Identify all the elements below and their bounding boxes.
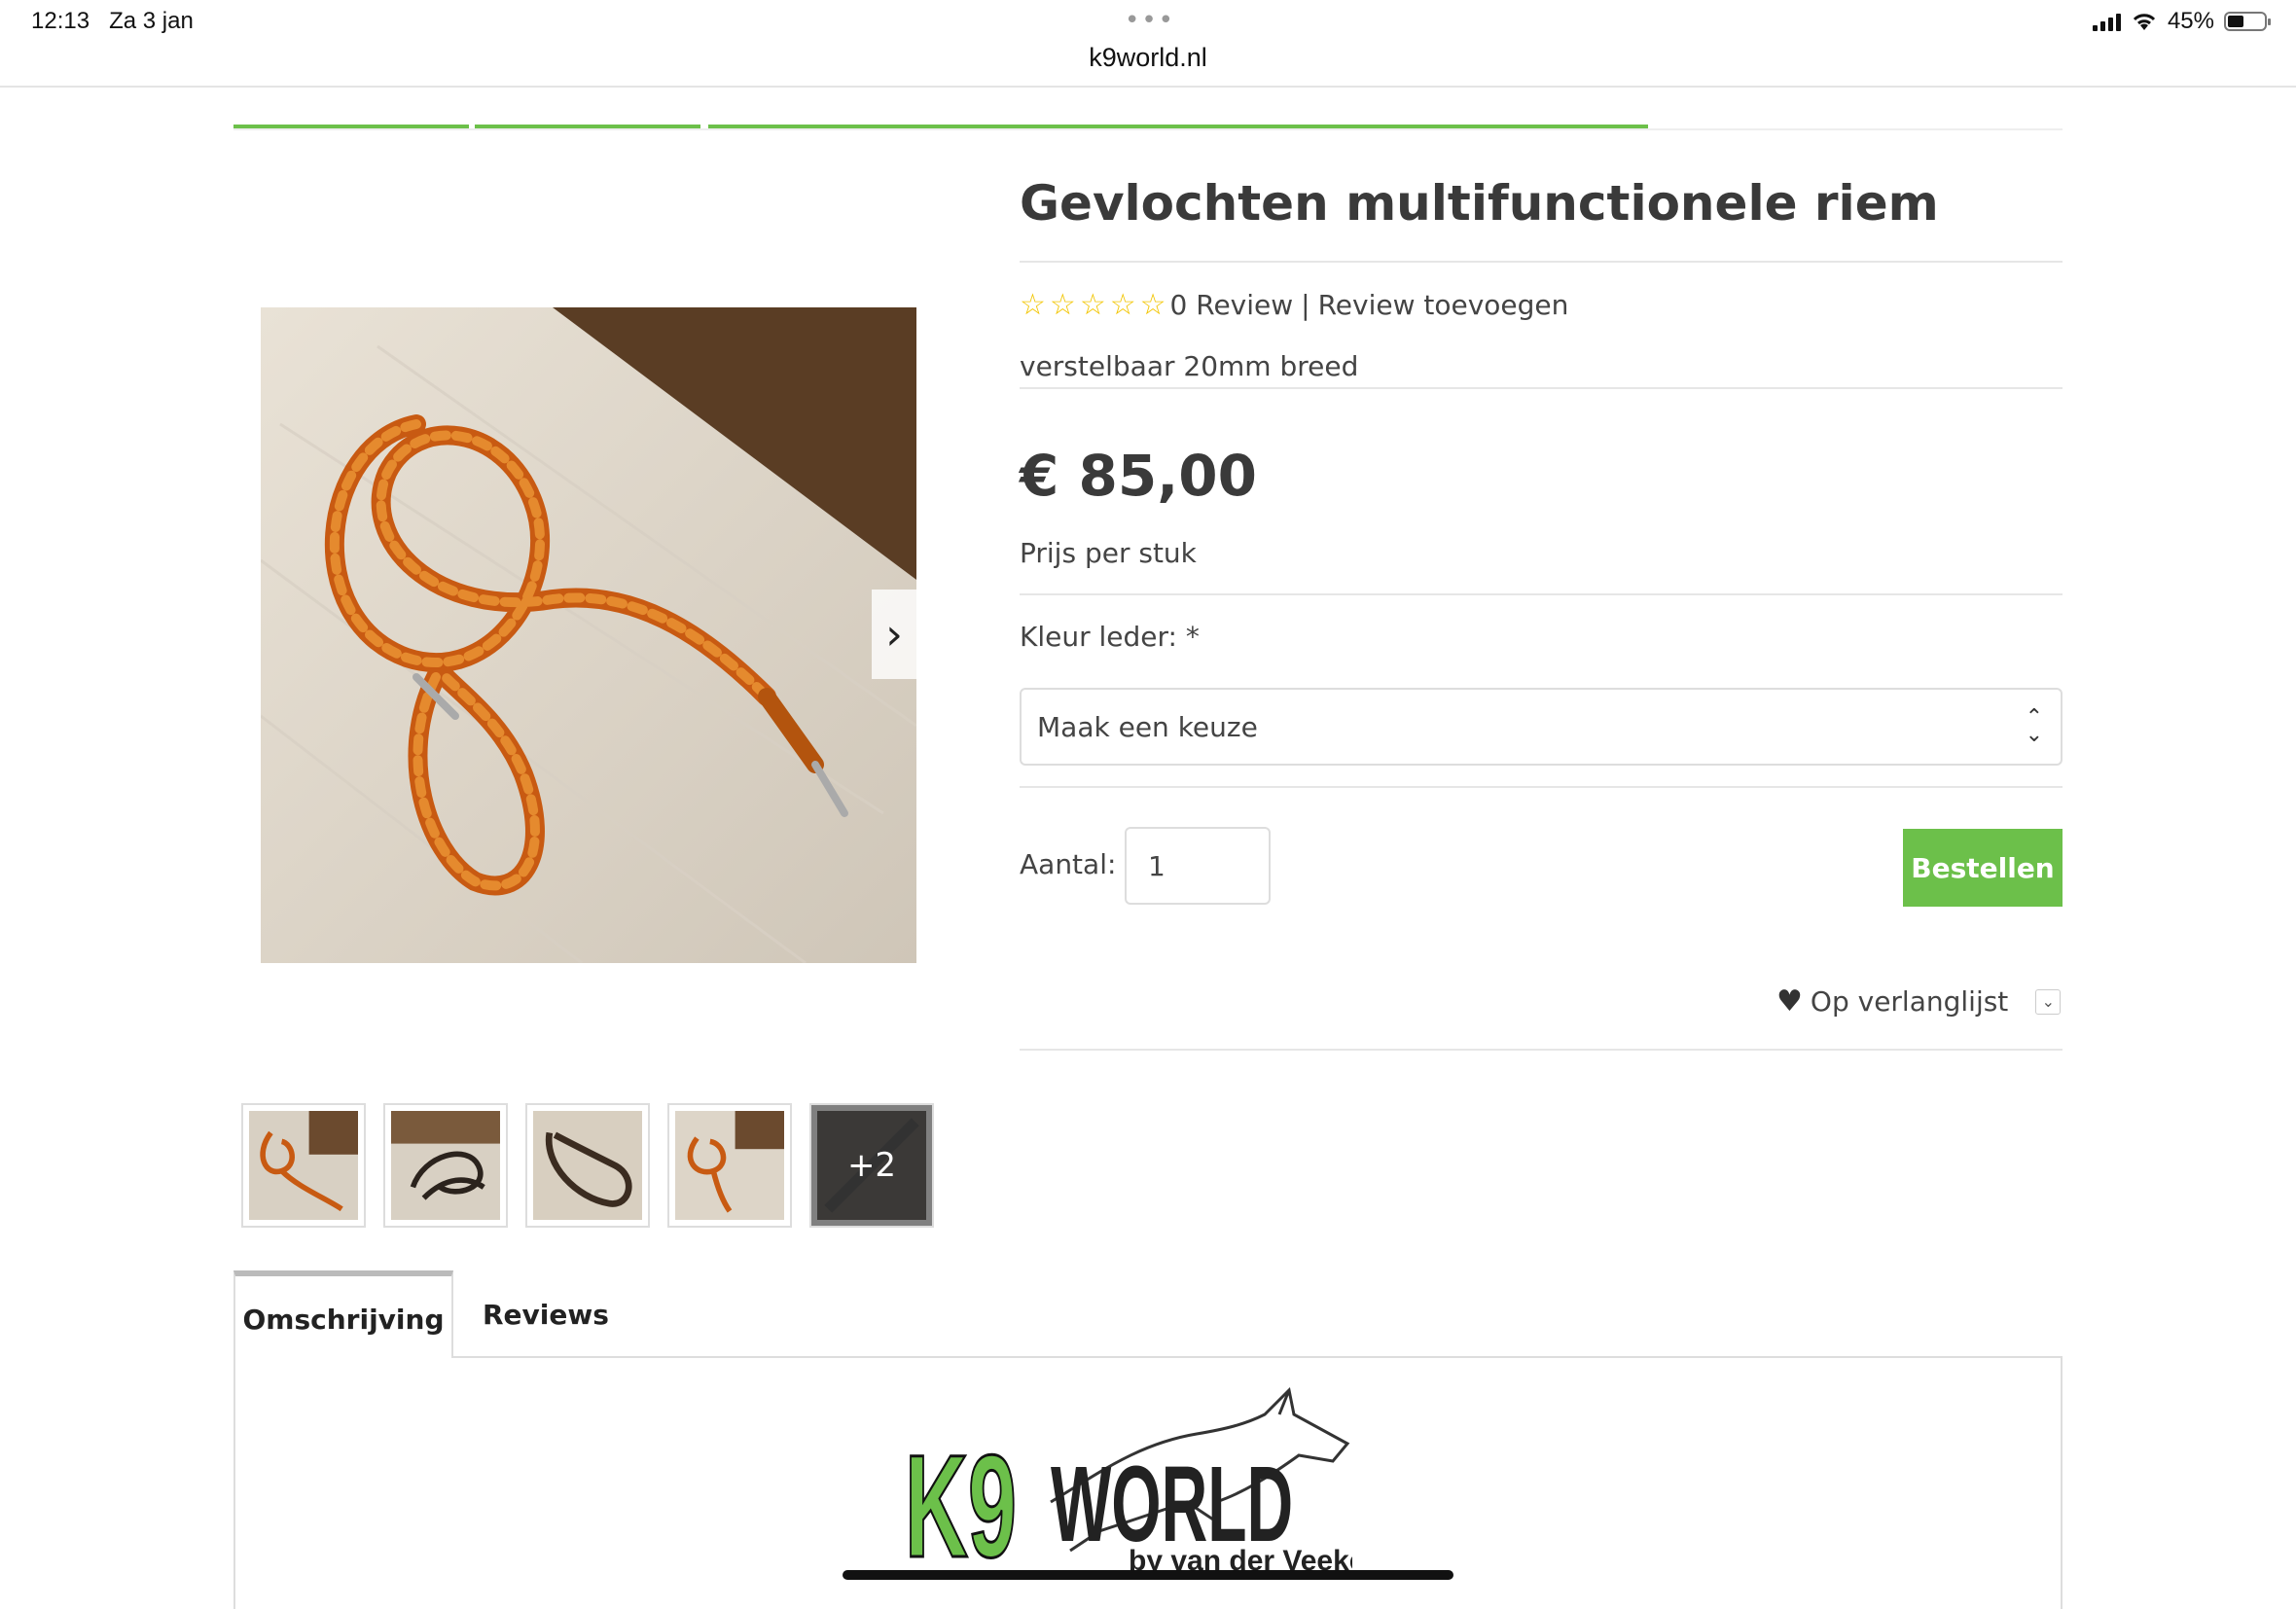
thumbnail-2[interactable]: [383, 1103, 508, 1228]
star-empty-icon: ☆: [1020, 288, 1046, 322]
address-bar-url[interactable]: k9world.nl: [0, 43, 2296, 73]
thumbnail-4[interactable]: [667, 1103, 792, 1228]
multitasking-dots-icon[interactable]: •••: [1125, 6, 1175, 35]
home-indicator[interactable]: [843, 1570, 1453, 1580]
price-note: Prijs per stuk: [1020, 537, 1197, 569]
star-empty-icon: ☆: [1049, 288, 1076, 322]
rating-row: ☆ ☆ ☆ ☆ ☆ 0 Review | Review toevoegen: [1020, 288, 1568, 322]
breadcrumb: [233, 88, 2063, 130]
product-title: Gevlochten multifunctionele riem: [1020, 175, 1939, 232]
review-count-link[interactable]: 0 Review: [1170, 289, 1294, 321]
quantity-label: Aantal:: [1020, 848, 1117, 880]
tab-omschrijving[interactable]: Omschrijving: [233, 1270, 453, 1358]
star-empty-icon: ☆: [1079, 288, 1106, 322]
divider: [1020, 593, 2063, 595]
chevron-down-icon[interactable]: ⌄: [2035, 988, 2062, 1015]
product-tabs: Omschrijving Reviews: [233, 1270, 2063, 1358]
breadcrumb-segment-2[interactable]: [475, 125, 700, 128]
wishlist-control[interactable]: ♥ Op verlanglijst ⌄: [1776, 984, 2062, 1019]
quantity-input[interactable]: 1: [1125, 827, 1271, 905]
battery-icon: [2224, 12, 2271, 31]
select-value: Maak een keuze: [1037, 710, 1258, 743]
select-updown-icon: ⌃ ⌄: [2025, 705, 2043, 747]
divider: [1020, 261, 2063, 263]
divider: [1020, 387, 2063, 389]
breadcrumb-segment-3[interactable]: [708, 125, 1648, 128]
star-empty-icon: ☆: [1139, 288, 1166, 322]
status-date: Za 3 jan: [109, 8, 194, 34]
product-price: € 85,00: [1020, 443, 1258, 509]
thumbnail-1[interactable]: [241, 1103, 366, 1228]
product-main-image[interactable]: [261, 307, 916, 963]
leather-color-label: Kleur leder: *: [1020, 621, 1200, 653]
order-button[interactable]: Bestellen: [1903, 829, 2063, 907]
svg-text:K9: K9: [905, 1425, 1017, 1576]
k9world-logo: K9 WORLD by van der Veeke: [905, 1386, 1352, 1576]
add-review-link[interactable]: Review toevoegen: [1318, 289, 1569, 321]
status-time-date: 12:13 Za 3 jan: [31, 8, 194, 35]
leather-color-select[interactable]: Maak een keuze ⌃ ⌄: [1020, 688, 2063, 766]
cellular-signal-icon: [2092, 12, 2121, 31]
wishlist-label[interactable]: Op verlanglijst: [1811, 985, 2008, 1018]
gallery-next-button[interactable]: ›: [872, 590, 916, 679]
product-subtitle: verstelbaar 20mm breed: [1020, 350, 1359, 382]
divider: [1020, 786, 2063, 788]
more-images-count: +2: [811, 1105, 932, 1226]
tab-reviews[interactable]: Reviews: [483, 1270, 609, 1358]
review-separator: |: [1301, 289, 1310, 321]
divider: [1020, 1049, 2063, 1051]
wifi-icon: [2133, 14, 2156, 30]
chevron-right-icon: ›: [885, 609, 903, 660]
gallery-thumbnails: +2: [241, 1103, 934, 1228]
battery-percent: 45%: [2167, 8, 2214, 34]
breadcrumb-segment-1[interactable]: [233, 125, 469, 128]
heart-icon: ♥: [1776, 984, 1803, 1019]
status-time: 12:13: [31, 8, 90, 34]
thumbnail-3[interactable]: [525, 1103, 650, 1228]
star-empty-icon: ☆: [1109, 288, 1136, 322]
browser-status-bar: 12:13 Za 3 jan ••• k9world.nl 45%: [0, 0, 2296, 88]
status-indicators: 45%: [2092, 8, 2271, 35]
thumbnail-more[interactable]: +2: [809, 1103, 934, 1228]
